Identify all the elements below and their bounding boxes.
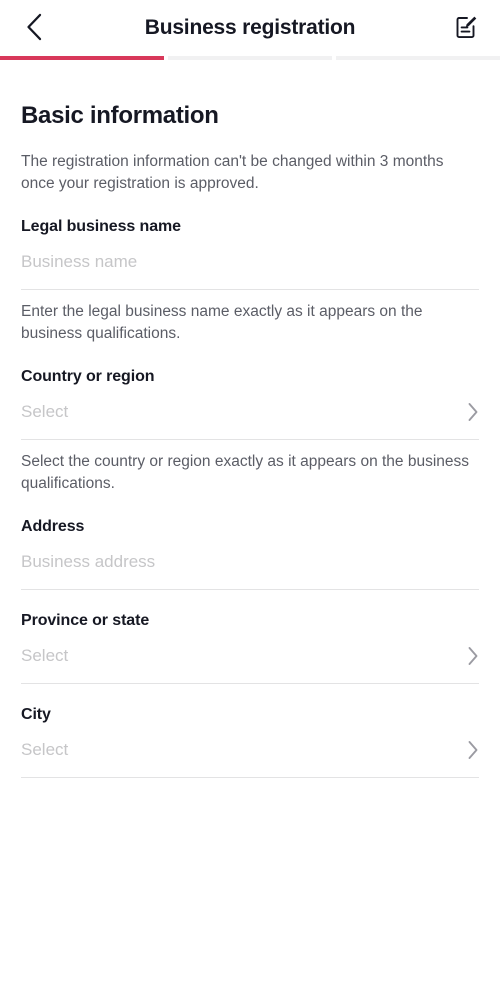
field-label: Legal business name bbox=[21, 217, 181, 235]
progress-step-2 bbox=[168, 56, 332, 60]
section-description: The registration information can't be ch… bbox=[21, 153, 444, 193]
city-select[interactable]: Select bbox=[21, 724, 479, 778]
field-legal-business-name: Legal business name Enter the legal busi… bbox=[21, 218, 479, 346]
province-or-state-value: Select bbox=[21, 646, 69, 666]
field-label: Address bbox=[21, 517, 85, 535]
edit-document-icon bbox=[453, 14, 479, 43]
business-registration-screen: Business registration Basic information … bbox=[0, 0, 500, 982]
app-header: Business registration bbox=[0, 0, 500, 56]
country-or-region-value: Select bbox=[21, 402, 69, 422]
field-input-row[interactable] bbox=[21, 536, 479, 590]
field-label: Province or state bbox=[21, 611, 150, 629]
form-content: Basic information The registration infor… bbox=[0, 102, 500, 778]
field-help-text: Enter the legal business name exactly as… bbox=[21, 302, 423, 343]
field-country-or-region: Country or region Select Select the coun… bbox=[21, 368, 479, 496]
edit-document-button[interactable] bbox=[446, 8, 486, 48]
field-help-text: Select the country or region exactly as … bbox=[21, 452, 470, 493]
progress-step-3 bbox=[336, 56, 500, 60]
chevron-left-icon bbox=[25, 13, 43, 44]
section-title: Basic information bbox=[21, 102, 219, 129]
province-or-state-select[interactable]: Select bbox=[21, 630, 479, 684]
field-city: City Select bbox=[21, 706, 479, 778]
chevron-right-icon bbox=[467, 646, 479, 666]
page-title: Business registration bbox=[144, 16, 356, 39]
progress-bar bbox=[0, 56, 500, 60]
field-input-row[interactable] bbox=[21, 236, 479, 290]
chevron-right-icon bbox=[467, 740, 479, 760]
field-address: Address bbox=[21, 518, 479, 590]
field-label: City bbox=[21, 705, 51, 723]
address-input[interactable] bbox=[21, 552, 479, 573]
field-province-or-state: Province or state Select bbox=[21, 612, 479, 684]
legal-business-name-input[interactable] bbox=[21, 252, 479, 273]
city-value: Select bbox=[21, 740, 69, 760]
field-label: Country or region bbox=[21, 367, 155, 385]
country-or-region-select[interactable]: Select bbox=[21, 386, 479, 440]
chevron-right-icon bbox=[467, 402, 479, 422]
progress-step-1 bbox=[0, 56, 164, 60]
back-button[interactable] bbox=[14, 8, 54, 48]
